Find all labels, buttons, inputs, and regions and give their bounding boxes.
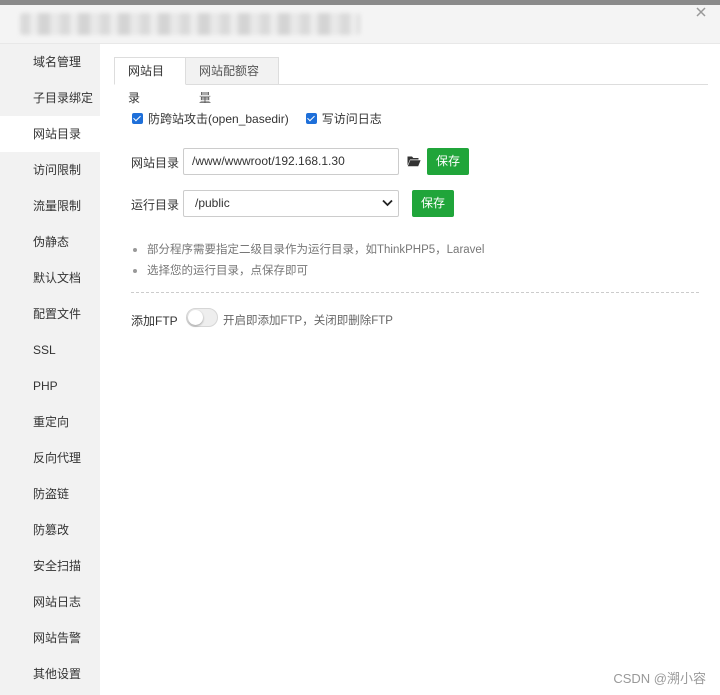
sidebar-item-domain[interactable]: 域名管理 [0,44,100,80]
access-log-checkbox[interactable] [305,112,317,124]
tab-site-quota[interactable]: 网站配额容量 [186,57,279,105]
toggle-knob [188,310,203,325]
tips-list: 部分程序需要指定二级目录作为运行目录，如ThinkPHP5，Laravel 选择… [133,242,693,284]
site-dir-input[interactable]: /www/wwwroot/192.168.1.30 [183,148,399,175]
ftp-label: 添加FTP [131,314,178,328]
main-panel: 网站目录 网站配额容量 防跨站攻击(open_basedir) 写访问日志 网站… [100,44,720,695]
anti-xss-label[interactable]: 防跨站攻击(open_basedir) [148,110,289,127]
redacted-title [20,13,360,35]
sidebar-item-site-alert[interactable]: 网站告警 [0,620,100,656]
sidebar-item-default-doc[interactable]: 默认文档 [0,260,100,296]
anti-xss-checkbox[interactable] [132,112,143,124]
sidebar-item-site-log[interactable]: 网站日志 [0,584,100,620]
divider [131,292,699,293]
run-dir-select[interactable]: /public [183,190,399,217]
close-icon[interactable] [694,5,708,19]
folder-open-icon[interactable] [407,155,421,167]
bullet-icon [133,248,137,252]
save-site-dir-button[interactable]: 保存 [427,148,469,175]
sidebar-item-php[interactable]: PHP [0,368,100,404]
list-item: 部分程序需要指定二级目录作为运行目录，如ThinkPHP5，Laravel [133,242,693,263]
sidebar-item-tamper-proof[interactable]: 防篡改 [0,512,100,548]
tip-text: 部分程序需要指定二级目录作为运行目录，如ThinkPHP5，Laravel [147,244,485,256]
access-log-label[interactable]: 写访问日志 [322,110,382,127]
list-item: 选择您的运行目录，点保存即可 [133,263,693,284]
sidebar: 域名管理 子目录绑定 网站目录 访问限制 流量限制 伪静态 默认文档 配置文件 … [0,44,100,695]
tab-bar: 网站目录 网站配额容量 [114,57,708,105]
tip-text: 选择您的运行目录，点保存即可 [147,265,308,277]
chevron-down-icon [382,199,393,207]
title-bar [0,5,720,44]
sidebar-item-access-limit[interactable]: 访问限制 [0,152,100,188]
sidebar-item-security-scan[interactable]: 安全扫描 [0,548,100,584]
sidebar-item-hotlink[interactable]: 防盗链 [0,476,100,512]
sidebar-item-other-settings[interactable]: 其他设置 [0,656,100,692]
bullet-icon [133,269,137,273]
tab-site-directory[interactable]: 网站目录 [114,57,186,105]
watermark: CSDN @溯小容 [613,671,706,686]
sidebar-item-rewrite[interactable]: 伪静态 [0,224,100,260]
sidebar-item-reverse-proxy[interactable]: 反向代理 [0,440,100,476]
sidebar-item-redirect[interactable]: 重定向 [0,404,100,440]
run-dir-selected-value: /public [195,196,230,210]
ftp-toggle[interactable] [186,308,218,327]
run-dir-label: 运行目录 [131,198,180,212]
sidebar-item-ssl[interactable]: SSL [0,332,100,368]
sidebar-item-config-file[interactable]: 配置文件 [0,296,100,332]
sidebar-item-site-directory[interactable]: 网站目录 [0,116,100,152]
sidebar-item-subdir-binding[interactable]: 子目录绑定 [0,80,100,116]
options-row: 防跨站攻击(open_basedir) 写访问日志 [132,110,399,126]
site-dir-label: 网站目录 [131,156,180,170]
save-run-dir-button[interactable]: 保存 [412,190,454,217]
ftp-description: 开启即添加FTP，关闭即删除FTP [223,315,393,327]
sidebar-item-traffic-limit[interactable]: 流量限制 [0,188,100,224]
